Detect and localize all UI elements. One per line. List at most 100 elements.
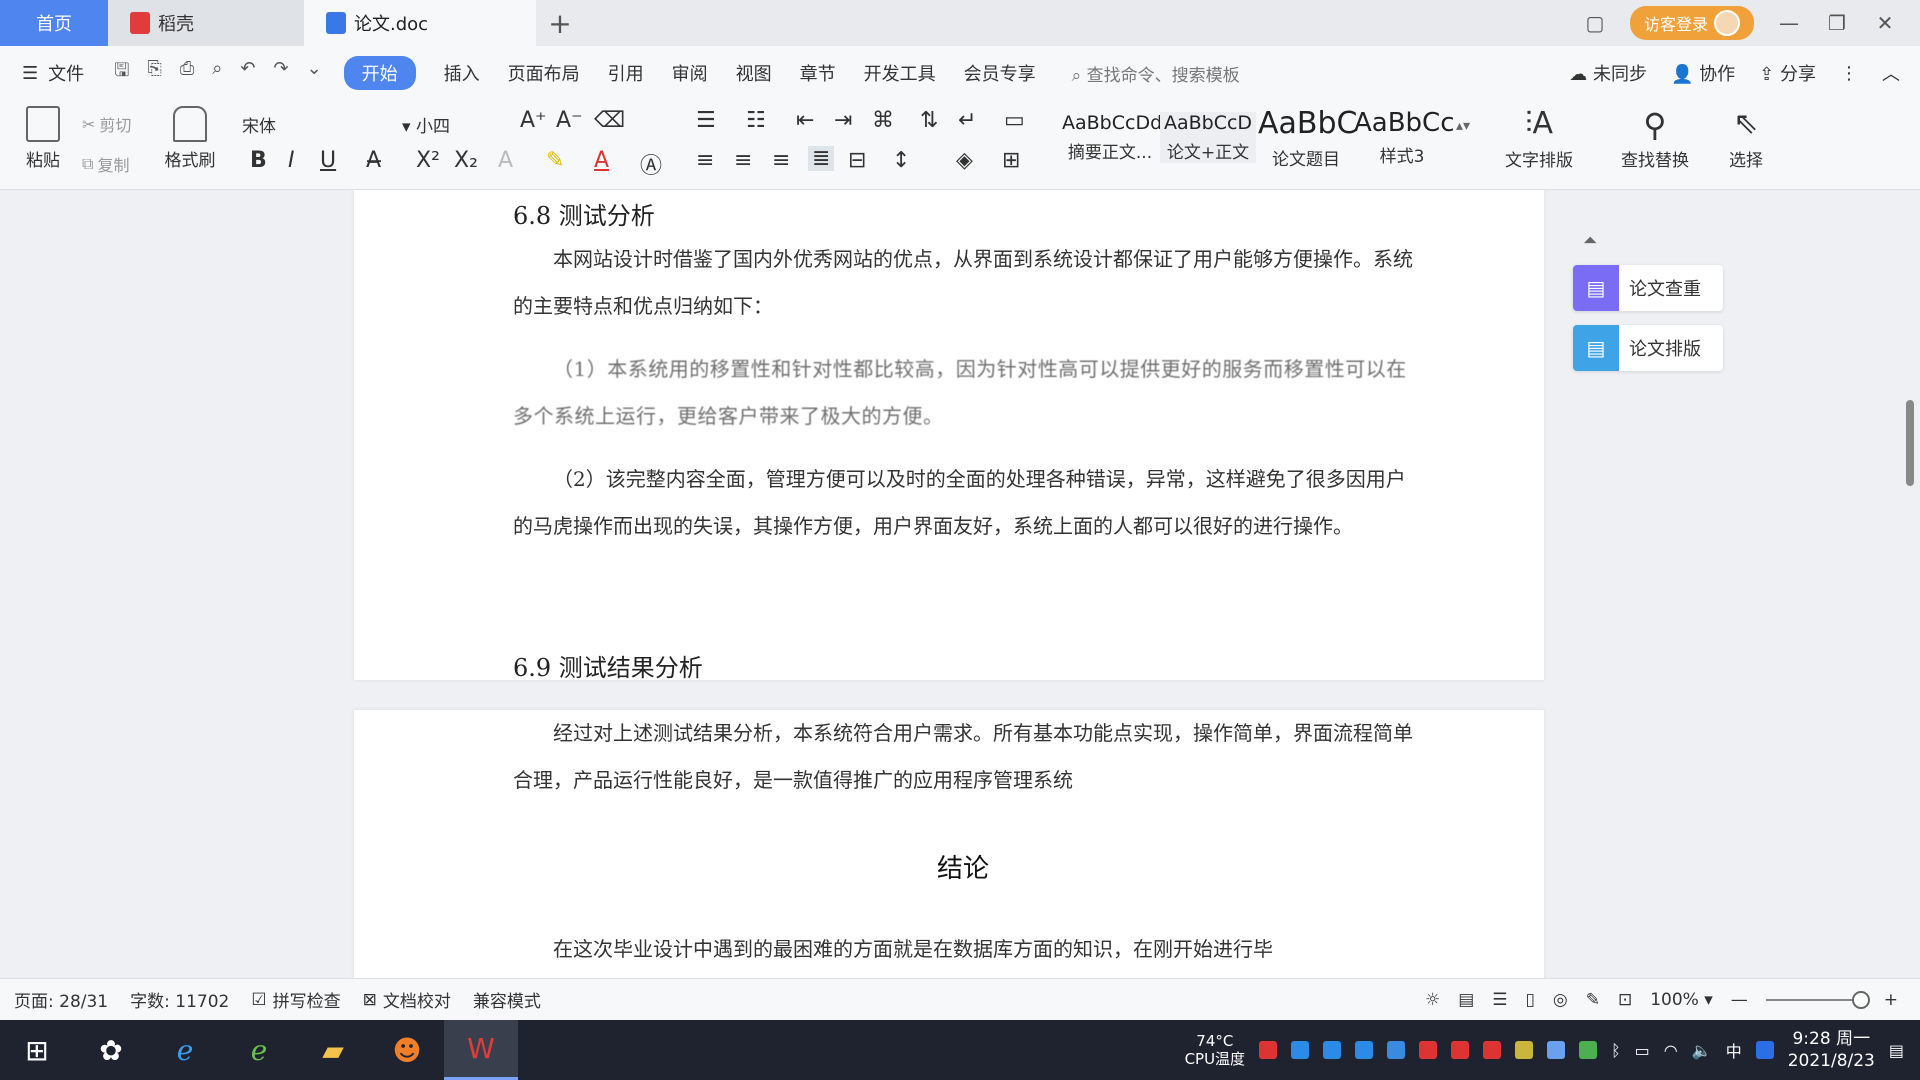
tray-app-icon[interactable] [1419, 1041, 1438, 1059]
new-tab-button[interactable]: + [536, 0, 584, 46]
decrease-indent-icon[interactable]: ⇤ [796, 108, 814, 133]
tab-page-layout[interactable]: 页面布局 [508, 56, 580, 90]
battery-icon[interactable]: ▭ [1635, 1041, 1650, 1060]
eye-protect-icon[interactable]: ☼ [1425, 990, 1440, 1010]
zoom-select[interactable]: 100% ▾ [1650, 990, 1713, 1010]
tray-app-icon[interactable] [1291, 1041, 1310, 1059]
tab-home[interactable]: 首页 [0, 0, 108, 46]
notification-icon[interactable]: ▤ [1889, 1041, 1904, 1060]
document-page[interactable]: 经过对上述测试结果分析，本系统符合用户需求。所有基本功能点实现，操作简单，界面流… [354, 710, 1544, 978]
shading-icon[interactable]: ◈ [956, 148, 973, 173]
volume-icon[interactable]: 🔈 [1692, 1041, 1712, 1060]
minimize-icon[interactable]: — [1776, 11, 1802, 35]
align-center-icon[interactable]: ≡ [734, 148, 752, 173]
reading-view-icon[interactable]: ▯ [1526, 990, 1535, 1010]
tray-app-icon[interactable] [1547, 1041, 1566, 1059]
tab-developer[interactable]: 开发工具 [864, 56, 936, 90]
wifi-icon[interactable]: ◠ [1664, 1041, 1678, 1060]
app-launcher-icon[interactable]: ✿ [74, 1020, 148, 1080]
subscript-icon[interactable]: X₂ [454, 148, 478, 173]
chinese-layout-icon[interactable]: ⌘ [872, 108, 894, 133]
system-clock[interactable]: 9:28 周一 2021/8/23 [1788, 1028, 1875, 1072]
justify-icon[interactable]: ≣ [808, 146, 835, 171]
save-icon[interactable]: 🖫 [114, 58, 129, 88]
close-icon[interactable]: ✕ [1872, 11, 1898, 35]
file-menu[interactable]: ☰ 文件 [22, 60, 84, 86]
print-icon[interactable]: ⎙ [180, 58, 194, 88]
tray-app-icon[interactable] [1515, 1041, 1534, 1059]
copy-button[interactable]: ⧉ 复制 [82, 152, 129, 176]
style-3[interactable]: AaBbCc 样式3 [1354, 108, 1455, 167]
redo-icon[interactable]: ↷ [273, 58, 288, 88]
text-layout-button[interactable]: ⫶A 文字排版 [1494, 106, 1584, 171]
more-icon[interactable]: ⋮ [1840, 63, 1858, 84]
tab-review[interactable]: 审阅 [672, 56, 708, 90]
bluetooth-icon[interactable]: ᛒ [1611, 1041, 1621, 1060]
doc-proof-button[interactable]: ⊠ 文档校对 [363, 987, 451, 1013]
style-abstract-body[interactable]: AaBbCcDd 摘要正文... [1062, 112, 1162, 163]
qq-icon[interactable] [1755, 1041, 1774, 1059]
highlight-icon[interactable]: ✎ [546, 148, 564, 173]
align-left-icon[interactable]: ≡ [696, 148, 714, 173]
share-button[interactable]: ⇪ 分享 [1759, 60, 1816, 86]
style-thesis-title[interactable]: AaBbC 论文题目 [1258, 106, 1357, 170]
tray-app-icon[interactable] [1451, 1041, 1470, 1059]
start-menu-icon[interactable]: ⊞ [0, 1020, 74, 1080]
wps-taskbar-icon[interactable]: W [444, 1020, 518, 1080]
chevron-down-icon[interactable]: ⌄ [307, 58, 322, 88]
strikethrough-icon[interactable]: A̶ [366, 148, 381, 173]
tab-document[interactable]: 论文.doc [304, 0, 536, 46]
shrink-font-icon[interactable]: A⁻ [556, 108, 583, 133]
restore-icon[interactable]: ❐ [1824, 11, 1850, 35]
page-view-icon[interactable]: ▤ [1458, 990, 1474, 1010]
distributed-icon[interactable]: ⊟ [848, 148, 866, 173]
print-preview-icon[interactable]: ⌕ [212, 58, 222, 88]
spell-check-button[interactable]: ☑ 拼写检查 [251, 987, 340, 1013]
tray-app-icon[interactable] [1259, 1041, 1278, 1059]
superscript-icon[interactable]: X² [416, 148, 440, 173]
collapse-ribbon-icon[interactable]: ︿ [1882, 60, 1900, 86]
word-count[interactable]: 字数: 11702 [130, 987, 229, 1012]
document-page[interactable]: 6.8 测试分析 本网站设计时借鉴了国内外优秀网站的优点，从界面到系统设计都保证… [354, 190, 1544, 682]
underline-icon[interactable]: U [320, 148, 336, 173]
sync-button[interactable]: ☁ 未同步 [1569, 60, 1647, 86]
font-color-icon[interactable]: A [594, 148, 609, 173]
collab-button[interactable]: 👤 协作 [1671, 60, 1735, 86]
file-explorer-icon[interactable]: ▰ [296, 1020, 370, 1080]
grow-font-icon[interactable]: A⁺ [520, 108, 547, 133]
zoom-slider[interactable] [1765, 990, 1870, 1009]
italic-icon[interactable]: I [288, 148, 295, 173]
page-indicator[interactable]: 页面: 28/31 [14, 987, 108, 1012]
bold-icon[interactable]: B [250, 148, 267, 173]
vertical-scrollbar[interactable] [1906, 400, 1914, 486]
sort-icon[interactable]: ⇅ [920, 108, 938, 133]
bullet-list-icon[interactable]: ☰ [696, 108, 716, 133]
edit-icon[interactable]: ✎ [1586, 990, 1600, 1010]
tab-insert[interactable]: 插入 [444, 56, 480, 90]
numbered-list-icon[interactable]: ☷ [746, 108, 766, 133]
thesis-check-button[interactable]: ▤ 论文查重 [1573, 265, 1723, 311]
layout-icon[interactable]: ▢ [1582, 11, 1608, 35]
tab-docer[interactable]: 稻壳 [108, 0, 304, 46]
line-spacing-icon[interactable]: ↕ [892, 148, 910, 173]
char-border-icon[interactable]: Ⓐ [640, 148, 662, 180]
zoom-out-icon[interactable]: — [1731, 990, 1748, 1010]
increase-indent-icon[interactable]: ⇥ [834, 108, 852, 133]
tray-app-icon[interactable] [1355, 1041, 1374, 1059]
collapse-up-icon[interactable]: ⏶ [1583, 230, 1723, 251]
paste-button[interactable]: 粘贴 [18, 106, 68, 171]
select-button[interactable]: ⇖ 选择 [1716, 106, 1776, 171]
zoom-slider-thumb[interactable] [1851, 990, 1870, 1009]
format-painter-button[interactable]: 格式刷 [162, 106, 218, 171]
styles-scroll-icon[interactable]: ▴▾ [1456, 118, 1470, 134]
border-icon[interactable]: ⊞ [1002, 148, 1020, 173]
ime-indicator[interactable]: 中 [1726, 1038, 1742, 1062]
font-size-select[interactable]: ▾ 小四 [402, 112, 512, 137]
web-view-icon[interactable]: ◎ [1553, 990, 1568, 1010]
export-icon[interactable]: ⎘ [147, 58, 161, 88]
tab-chapter[interactable]: 章节 [800, 56, 836, 90]
outline-view-icon[interactable]: ☰ [1492, 990, 1507, 1010]
undo-icon[interactable]: ↶ [240, 58, 255, 88]
tab-member[interactable]: 会员专享 [964, 56, 1036, 90]
style-thesis-body[interactable]: AaBbCcD 论文+正文 [1160, 112, 1256, 163]
